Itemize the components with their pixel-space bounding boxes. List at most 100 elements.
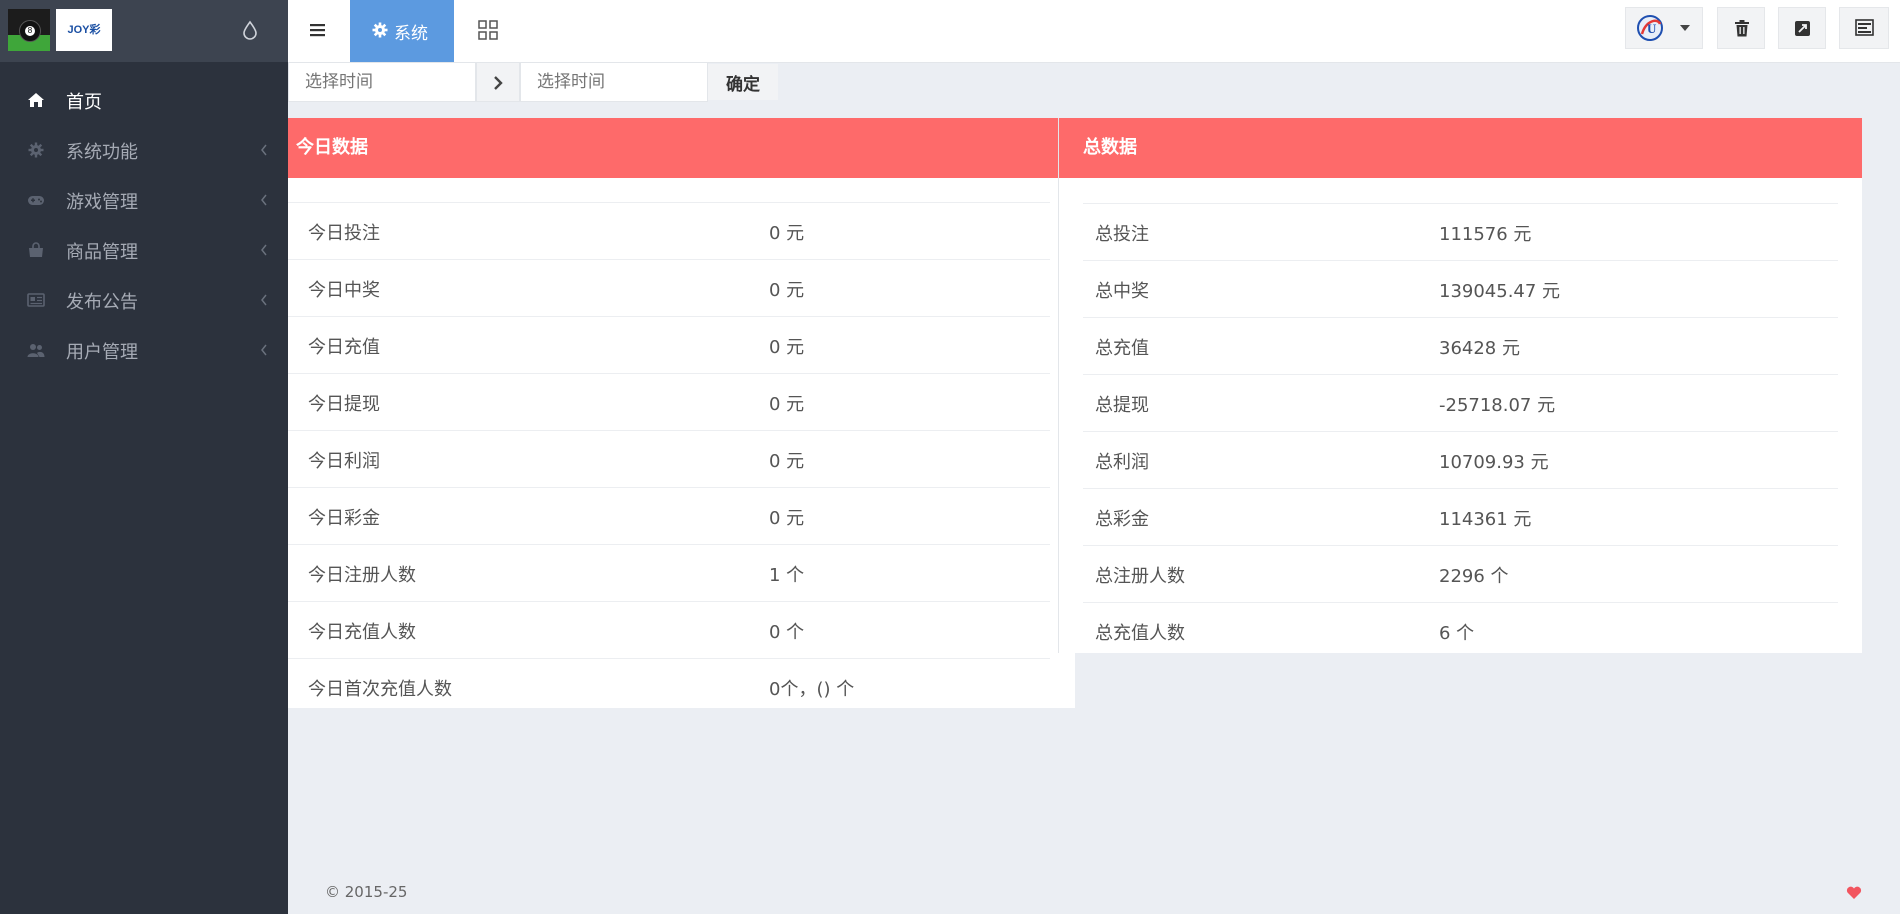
hamburger-menu-icon[interactable]	[308, 21, 328, 39]
table-row: 今日投注 0 元	[288, 202, 1050, 259]
users-icon	[27, 344, 45, 357]
gear-icon	[372, 22, 388, 38]
billiard-logo[interactable]: 8	[8, 9, 50, 51]
total-data-card: 总数据 总投注 111576 元 总中奖 139045.47 元 总充值 36428 …	[1058, 118, 1862, 653]
row-label: 总利润	[1095, 452, 1149, 473]
shopping-bag-icon	[29, 242, 43, 257]
row-value: -25718.07 元	[1439, 395, 1556, 416]
sidebar-item-label: 游戏管理	[66, 192, 138, 213]
chevron-right-icon	[494, 76, 503, 90]
today-data-card: 今日数据 今日投注 0 元 今日中奖 0 元 今日充值 0 元 今日提现 0 元 今日利…	[288, 118, 1075, 708]
trash-icon	[1735, 20, 1749, 37]
table-row: 今日利润 0 元	[288, 430, 1050, 487]
row-label: 总充值	[1095, 338, 1149, 359]
row-label: 今日投注	[308, 223, 380, 244]
row-label: 总提现	[1095, 395, 1149, 416]
panel-list-icon	[1855, 19, 1874, 36]
grid-apps-icon[interactable]	[478, 20, 498, 40]
row-value: 0 元	[769, 451, 805, 472]
row-label: 今日提现	[308, 394, 380, 415]
row-value: 1 个	[769, 565, 805, 586]
row-label: 今日首次充值人数	[308, 679, 452, 700]
row-value: 0 元	[769, 394, 805, 415]
confirm-button[interactable]: 确定	[708, 64, 778, 100]
row-value: 2296 个	[1439, 566, 1509, 587]
range-arrow	[476, 62, 520, 102]
sidebar-item-label: 首页	[66, 92, 102, 113]
row-value: 0 个	[769, 622, 805, 643]
table-row: 总中奖 139045.47 元	[1083, 260, 1838, 317]
side-panel-toggle-button[interactable]	[1839, 7, 1889, 49]
heart-icon	[1846, 886, 1862, 899]
chevron-left-icon	[261, 344, 267, 356]
sidebar-item-home[interactable]: 首页	[0, 75, 288, 125]
table-row: 今日充值 0 元	[288, 316, 1050, 373]
row-value: 139045.47 元	[1439, 281, 1561, 302]
table-row: 今日中奖 0 元	[288, 259, 1050, 316]
table-row: 总充值人数 6 个	[1083, 602, 1838, 659]
row-value: 10709.93 元	[1439, 452, 1549, 473]
row-value: 36428 元	[1439, 338, 1520, 359]
today-data-list: 今日投注 0 元 今日中奖 0 元 今日充值 0 元 今日提现 0 元 今日利润 0 元 …	[288, 202, 1050, 715]
row-label: 总注册人数	[1095, 566, 1185, 587]
tab-system[interactable]: 系统	[350, 0, 454, 62]
joy-logo[interactable]: JOY彩	[56, 9, 112, 51]
footer-copyright: © 2015-25	[325, 883, 408, 901]
row-value: 6 个	[1439, 623, 1475, 644]
table-row: 总提现 -25718.07 元	[1083, 374, 1838, 431]
start-date-input[interactable]	[288, 62, 476, 102]
table-row: 总彩金 114361 元	[1083, 488, 1838, 545]
sidebar-item-label: 商品管理	[66, 242, 138, 263]
caret-down-icon	[1680, 25, 1690, 31]
card-title: 总数据	[1059, 118, 1862, 178]
avatar-icon: U	[1637, 15, 1663, 41]
sidebar-item-users[interactable]: 用户管理	[0, 325, 288, 375]
row-label: 今日注册人数	[308, 565, 416, 586]
row-value: 0 元	[769, 508, 805, 529]
row-label: 总彩金	[1095, 509, 1149, 530]
row-label: 今日彩金	[308, 508, 380, 529]
table-row: 总注册人数 2296 个	[1083, 545, 1838, 602]
home-icon	[28, 93, 44, 107]
row-label: 总充值人数	[1095, 623, 1185, 644]
sidebar-nav: 首页 系统功能 游戏管理 商品管理 发布公告 用户管理	[0, 62, 288, 375]
sidebar-item-products[interactable]: 商品管理	[0, 225, 288, 275]
sidebar-item-system[interactable]: 系统功能	[0, 125, 288, 175]
gamepad-icon	[28, 196, 44, 205]
total-data-list: 总投注 111576 元 总中奖 139045.47 元 总充值 36428 元 总提…	[1083, 203, 1838, 659]
clear-cache-button[interactable]	[1717, 7, 1765, 49]
row-label: 总中奖	[1095, 281, 1149, 302]
row-value: 111576 元	[1439, 224, 1532, 245]
row-label: 今日充值人数	[308, 622, 416, 643]
table-row: 今日首次充值人数 0个，() 个	[288, 658, 1050, 715]
chevron-left-icon	[261, 244, 267, 256]
sidebar-item-games[interactable]: 游戏管理	[0, 175, 288, 225]
user-avatar-dropdown[interactable]: U	[1625, 7, 1703, 49]
expand-icon	[1795, 21, 1810, 36]
chevron-left-icon	[261, 194, 267, 206]
sidebar-item-announcements[interactable]: 发布公告	[0, 275, 288, 325]
row-value: 114361 元	[1439, 509, 1532, 530]
row-label: 今日充值	[308, 337, 380, 358]
newspaper-icon	[27, 293, 45, 307]
sidebar: 8 JOY彩 首页 系统功能 游戏管理 商品管理 发布公告 用户管理	[0, 0, 288, 914]
table-row: 今日注册人数 1 个	[288, 544, 1050, 601]
row-label: 总投注	[1095, 224, 1149, 245]
row-label: 今日利润	[308, 451, 380, 472]
row-value: 0 元	[769, 337, 805, 358]
top-bar: 系统 U	[288, 0, 1900, 63]
theme-drop-icon[interactable]	[242, 20, 258, 40]
row-value: 0 元	[769, 223, 805, 244]
table-row: 今日提现 0 元	[288, 373, 1050, 430]
fullscreen-button[interactable]	[1778, 7, 1826, 49]
sidebar-item-label: 发布公告	[66, 292, 138, 313]
chevron-left-icon	[261, 144, 267, 156]
table-row: 总充值 36428 元	[1083, 317, 1838, 374]
ball-number: 8	[25, 26, 35, 36]
row-label: 今日中奖	[308, 280, 380, 301]
tab-label: 系统	[394, 24, 428, 44]
brand-bar: 8 JOY彩	[0, 0, 288, 62]
end-date-input[interactable]	[520, 62, 708, 102]
row-value: 0 元	[769, 280, 805, 301]
table-row: 今日充值人数 0 个	[288, 601, 1050, 658]
